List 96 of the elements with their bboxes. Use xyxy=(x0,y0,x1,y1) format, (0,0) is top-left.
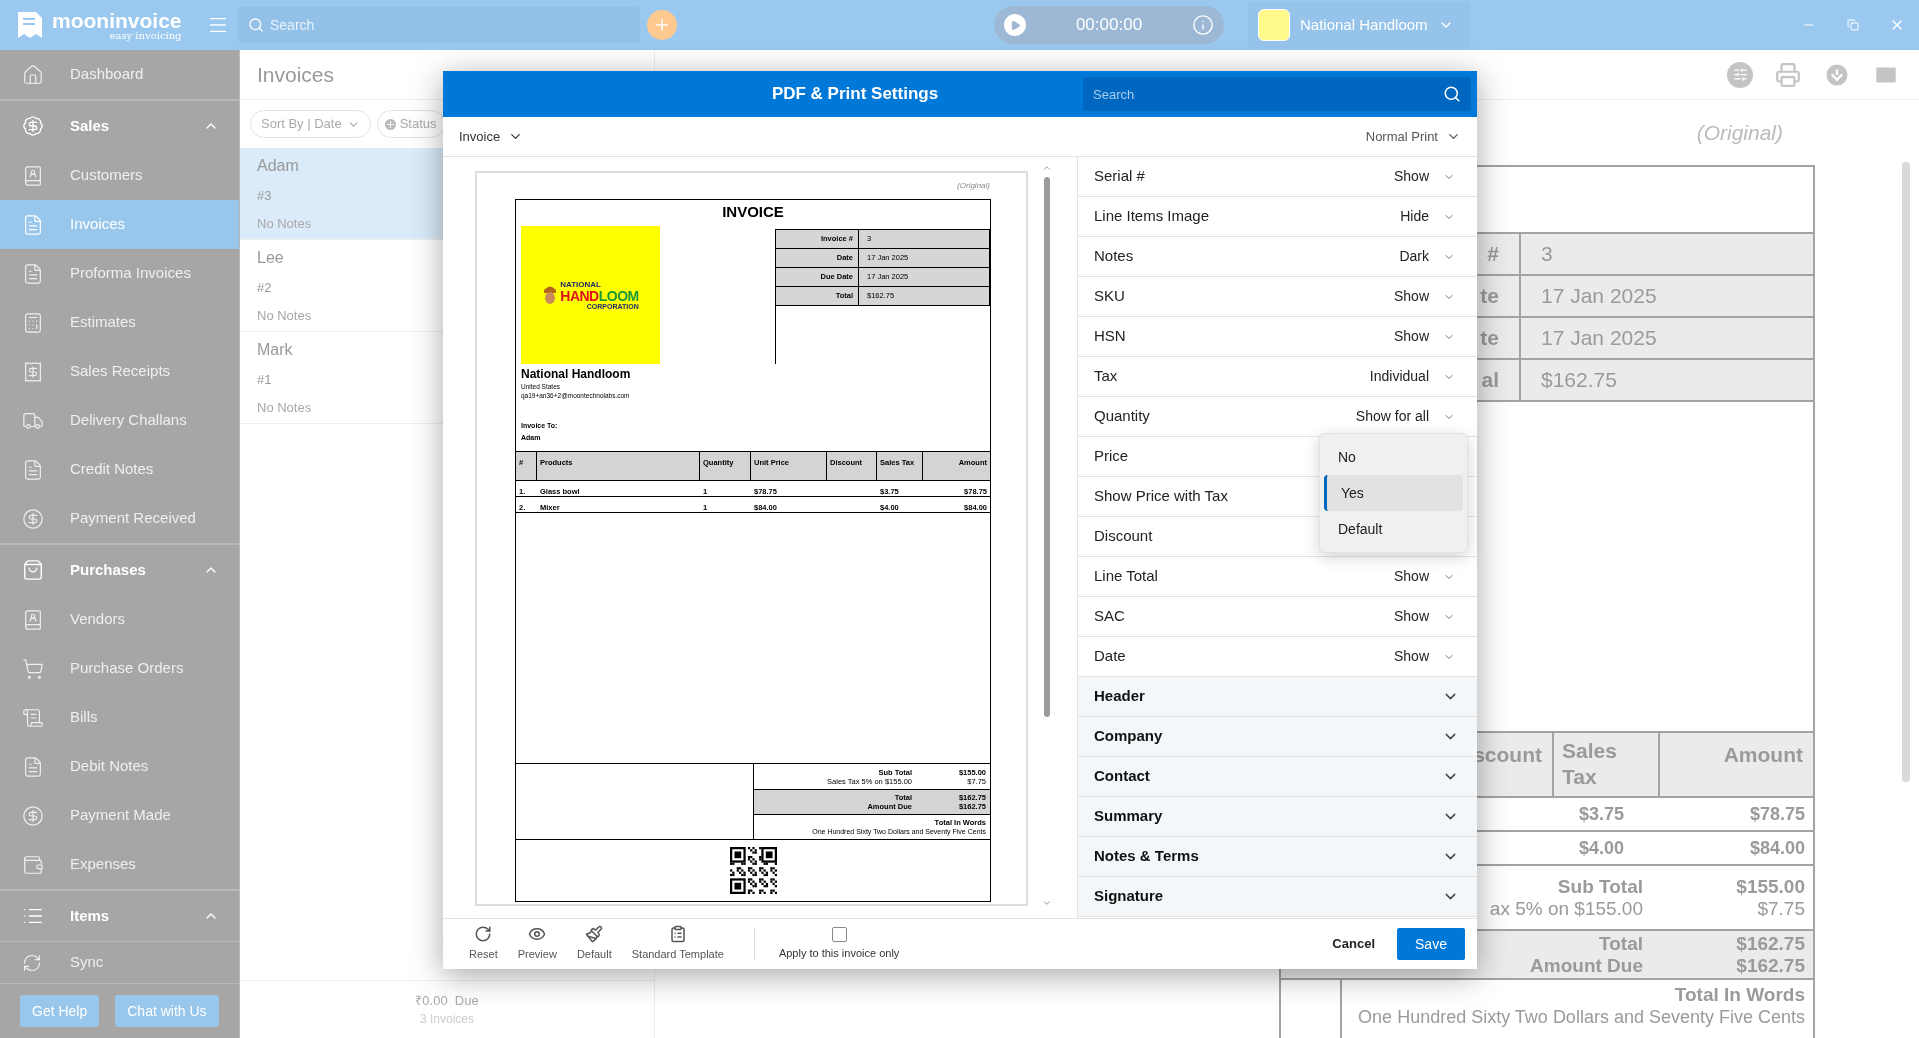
item-label: Customers xyxy=(70,165,143,186)
setting-label: Show Price with Tax xyxy=(1094,486,1228,507)
section-label: Sales xyxy=(70,115,111,136)
item-label: Payment Received xyxy=(70,508,196,529)
item-label: Debit Notes xyxy=(70,756,149,777)
checkbox-label: Apply to this invoice only xyxy=(778,945,900,961)
item-label: Estimates xyxy=(70,312,136,333)
setting-label: SAC xyxy=(1094,606,1125,627)
setting-label: Price xyxy=(1094,446,1129,467)
due-amount: ₹0.00 Due xyxy=(415,991,479,1010)
setting-label: Line Items Image xyxy=(1094,206,1210,227)
table-cell-text: $78.75 xyxy=(1749,802,1805,826)
setting-value: Hide xyxy=(1400,207,1429,226)
table-cell-text: $4.00 xyxy=(1578,836,1624,860)
section-label: Items xyxy=(70,905,111,926)
setting-label: Line Total xyxy=(1094,566,1158,587)
setting-value: Show xyxy=(1393,287,1429,306)
setting-value: Show xyxy=(1393,567,1429,586)
item-label: Sales Receipts xyxy=(70,361,171,382)
sync-label: Sync xyxy=(70,952,104,973)
timer-text: 00:00:00 xyxy=(1074,14,1144,37)
invoice-number: #1 xyxy=(257,371,272,389)
setting-value: Show xyxy=(1393,607,1429,626)
summary-label: ax 5% on $155.00 xyxy=(1489,897,1643,920)
summary-label: Sub Total xyxy=(1557,875,1643,898)
item-label: Expenses xyxy=(70,854,136,875)
section-label: Purchases xyxy=(70,559,147,580)
info-value: 17 Jan 2025 xyxy=(1541,283,1657,310)
setting-value: Show xyxy=(1393,647,1429,666)
invoice-notes: No Notes xyxy=(257,398,312,417)
customer-name: Adam xyxy=(257,156,299,176)
setting-label: HSN xyxy=(1094,326,1126,347)
setting-value: Show xyxy=(1393,167,1429,186)
item-label: Payment Made xyxy=(70,805,171,826)
invoice-title: INVOICE xyxy=(722,201,784,222)
invoice-notes: No Notes xyxy=(257,214,312,233)
setting-value: Show xyxy=(1393,327,1429,346)
dialog-title: PDF & Print Settings xyxy=(771,83,939,106)
item-label: Credit Notes xyxy=(70,459,154,480)
column-header: Amount xyxy=(1723,742,1803,768)
setting-label: Serial # xyxy=(1094,166,1145,187)
info-value: 3 xyxy=(1541,241,1553,268)
item-label: Vendors xyxy=(70,609,126,630)
brand-name: mooninvoice xyxy=(52,9,182,31)
company-name: National Handloom xyxy=(1300,14,1428,35)
summary-label: Amount Due xyxy=(1530,954,1643,977)
setting-value: Individual xyxy=(1369,367,1429,386)
invoice-number: #2 xyxy=(257,279,272,297)
section-label: Summary xyxy=(1094,806,1164,827)
summary-value: $155.00 xyxy=(1736,875,1805,898)
summary-value: $162.75 xyxy=(1736,932,1805,955)
section-label: Contact xyxy=(1094,766,1151,787)
item-label: Invoices xyxy=(70,214,126,235)
setting-label: Quantity xyxy=(1094,406,1150,427)
option-label: Yes xyxy=(1341,483,1364,503)
words-label: Total In Words xyxy=(1674,984,1805,1006)
setting-value: Dark xyxy=(1399,247,1429,266)
summary-value: $162.75 xyxy=(1736,954,1805,977)
item-label: Dashboard xyxy=(70,64,144,85)
info-label: te xyxy=(1480,325,1499,352)
setting-value: Show for all xyxy=(1355,407,1429,426)
setting-label: Date xyxy=(1094,646,1126,667)
customer-name: Mark xyxy=(257,340,293,360)
amount-in-words: One Hundred Sixty Two Dollars and Seventy Five Cents xyxy=(1358,1006,1805,1028)
table-cell-text: $3.75 xyxy=(1578,802,1624,826)
list-title: Invoices xyxy=(257,61,335,88)
copy-label: (Original) xyxy=(957,180,990,192)
item-label: Purchase Orders xyxy=(70,658,184,679)
section-label: Header xyxy=(1094,686,1146,707)
section-label: Signature xyxy=(1094,886,1165,907)
option-label: Default xyxy=(1338,519,1383,539)
info-label: te xyxy=(1480,283,1499,310)
setting-label: SKU xyxy=(1094,286,1125,307)
brand-tagline: easy invoicing xyxy=(109,30,182,41)
customer-name: Lee xyxy=(257,248,284,268)
setting-label: Notes xyxy=(1094,246,1134,267)
setting-label: Discount xyxy=(1094,526,1153,547)
setting-label: Tax xyxy=(1094,366,1118,387)
info-label: # xyxy=(1487,241,1499,268)
item-label: Delivery Challans xyxy=(70,410,187,431)
info-label: al xyxy=(1481,367,1499,394)
invoice-notes: No Notes xyxy=(257,306,312,325)
column-header: Sales Tax xyxy=(1562,739,1617,788)
summary-label: Total xyxy=(1599,932,1643,955)
invoice-number: #3 xyxy=(257,187,272,205)
summary-value: $7.75 xyxy=(1757,897,1805,920)
item-label: Bills xyxy=(70,707,98,728)
company-name: National Handloom xyxy=(521,367,632,382)
table-cell-text: $84.00 xyxy=(1749,836,1805,860)
option-label: No xyxy=(1338,447,1356,467)
item-label: Proforma Invoices xyxy=(70,263,191,284)
copy-label: (Original) xyxy=(1696,119,1783,146)
info-value: $162.75 xyxy=(1541,367,1617,394)
info-value: 17 Jan 2025 xyxy=(1541,325,1657,352)
section-label: Notes & Terms xyxy=(1094,846,1200,867)
section-label: Company xyxy=(1094,726,1164,747)
